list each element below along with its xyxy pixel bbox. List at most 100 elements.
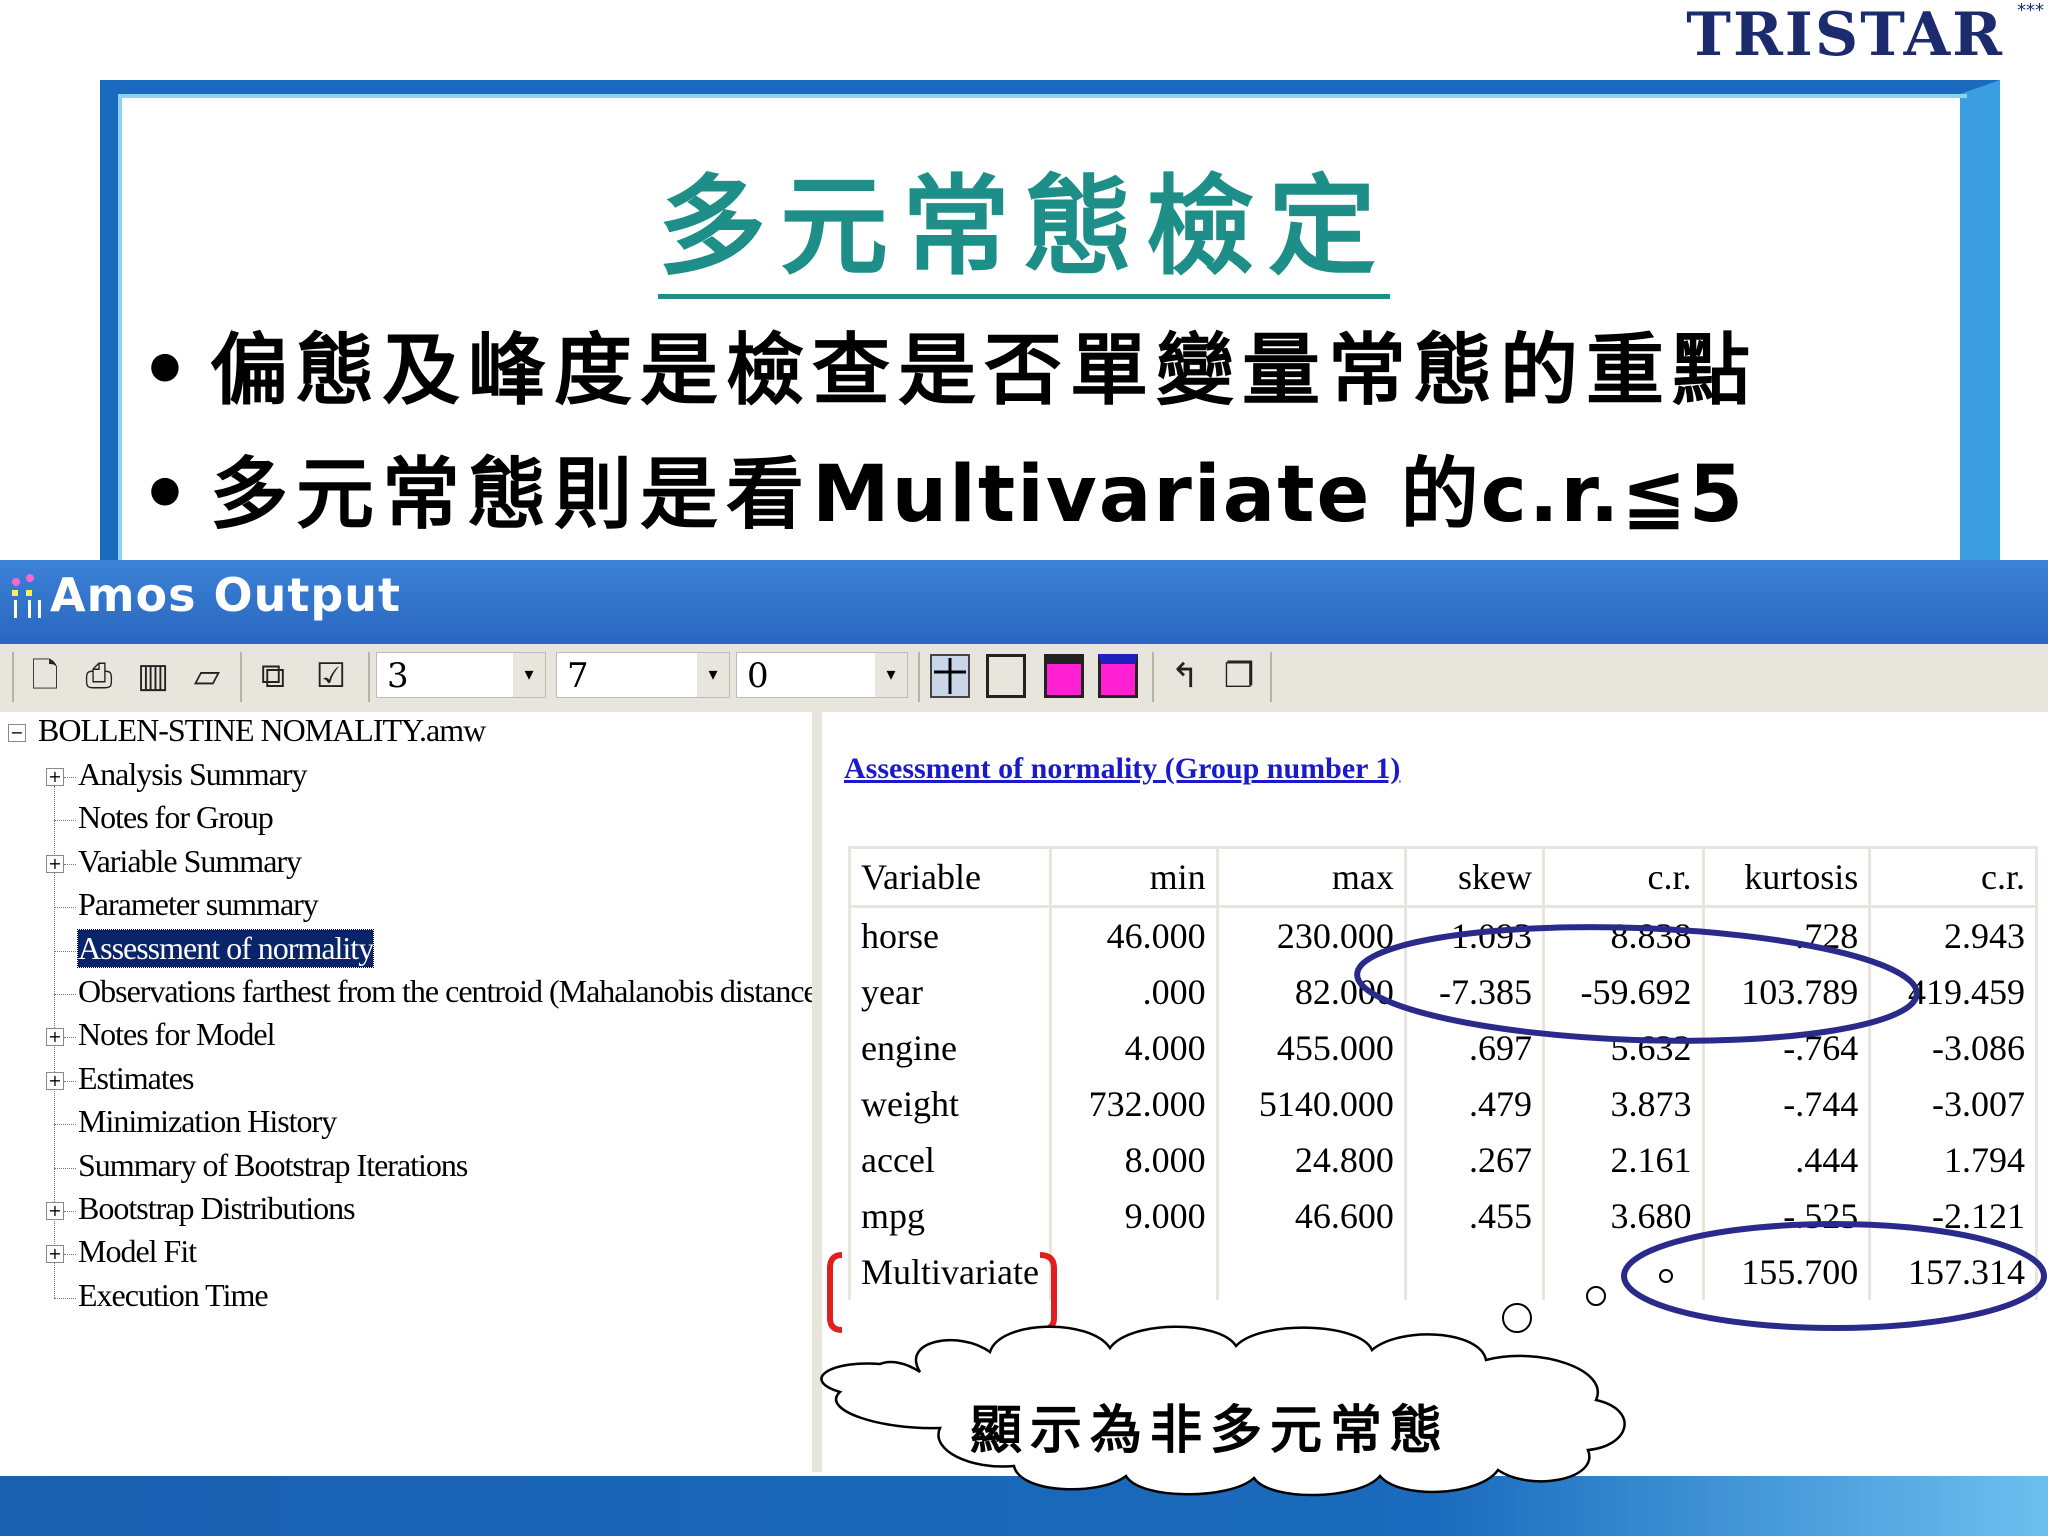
tree-item[interactable]: Minimization History: [78, 1103, 337, 1140]
bullet-1-text: 偏態及峰度是檢查是否單變量常態的重點: [210, 325, 1759, 416]
bullet-2-latin: Multivariate: [812, 450, 1372, 540]
checkbox-icon[interactable]: ☑: [310, 654, 352, 698]
logo-stars: ***: [2017, 0, 2044, 21]
chevron-down-icon[interactable]: ▾: [513, 653, 545, 697]
value-cell: -3.086: [1868, 1020, 2038, 1076]
tree-item[interactable]: Bootstrap Distributions: [78, 1190, 356, 1227]
column-width-combo[interactable]: 7 ▾: [556, 652, 730, 698]
expand-icon[interactable]: +: [46, 855, 64, 873]
toolbar-separator: [368, 652, 370, 702]
chevron-down-icon[interactable]: ▾: [697, 653, 729, 697]
expand-icon[interactable]: +: [46, 1028, 64, 1046]
value-cell: [1048, 1244, 1219, 1300]
table-row: engine 4.000 455.000.697 5.632 -.764 -3.086: [848, 1020, 2038, 1076]
tree-connector: [64, 864, 76, 865]
value-cell: 46.600: [1215, 1188, 1407, 1244]
chevron-down-icon[interactable]: ▾: [875, 653, 907, 697]
value-cell: -.525: [1701, 1188, 1872, 1244]
value-cell: -2.121: [1868, 1188, 2038, 1244]
value-cell: 5140.000: [1215, 1076, 1407, 1132]
table-header-row: Variable min max skew c.r. kurtosis c.r.: [848, 846, 2038, 908]
combo-1-value: 3: [387, 656, 409, 696]
tree-item[interactable]: Notes for Model: [78, 1016, 276, 1053]
grid-icon[interactable]: [930, 654, 970, 698]
collapse-icon[interactable]: −: [8, 724, 26, 742]
value-cell: 46.000: [1048, 906, 1219, 964]
value-cell: 1.794: [1868, 1132, 2038, 1188]
bullet-2-prefix: 多元常態則是看: [210, 449, 813, 540]
toolbar-separator: [1152, 652, 1154, 702]
tree-item[interactable]: Model Fit: [78, 1233, 197, 1270]
tree-connector: [64, 1081, 76, 1082]
print-icon[interactable]: ⎙: [78, 654, 120, 698]
table-row: year .000 82.000 -7.385 -59.692 103.789 419.45…: [848, 964, 2038, 1020]
row-label-cell: Multivariate: [848, 1244, 1052, 1300]
tree-item[interactable]: Variable Summary: [78, 843, 302, 880]
value-cell: 2.161: [1541, 1132, 1705, 1188]
tree-item[interactable]: Summary of Bootstrap Iterations: [78, 1147, 468, 1184]
value-cell: -59.692: [1541, 964, 1705, 1020]
value-cell: 3.680: [1541, 1188, 1705, 1244]
tree-item[interactable]: Estimates: [78, 1060, 194, 1097]
copy-icon[interactable]: ⧉: [252, 654, 294, 698]
tree-connector: [54, 951, 76, 952]
expand-icon[interactable]: +: [46, 1072, 64, 1090]
magenta-table-icon[interactable]: [1044, 654, 1084, 698]
column-header: min: [1048, 846, 1219, 908]
print-preview-icon[interactable]: 🗋: [24, 654, 66, 698]
tree-item[interactable]: Execution Time: [78, 1277, 269, 1314]
open-folder-icon[interactable]: ▱: [186, 654, 228, 698]
tree-connector: [54, 820, 76, 821]
table-combo[interactable]: 0 ▾: [736, 652, 908, 698]
pane-splitter[interactable]: [812, 712, 822, 1472]
expand-icon[interactable]: +: [46, 1245, 64, 1263]
book-icon[interactable]: ▥: [132, 654, 174, 698]
value-cell: 9.000: [1048, 1188, 1219, 1244]
table-row: horse 46.000 230.000 1.093 8.838.728 2.943: [848, 906, 2038, 964]
slide-bottom-bar: [0, 1476, 2048, 1536]
tree-connector: [54, 1124, 76, 1125]
column-header: kurtosis: [1701, 846, 1872, 908]
value-cell: 1.093: [1403, 906, 1545, 964]
bullet-2: • 多元常態則是看Multivariate 的c.r.≦5: [140, 432, 1745, 544]
slide-title: 多元常態檢定: [0, 140, 2048, 299]
tree-connector: [64, 777, 76, 778]
value-cell: 4.000: [1048, 1020, 1219, 1076]
expand-icon[interactable]: +: [46, 1202, 64, 1220]
tree-root[interactable]: BOLLEN-STINE NOMALITY.amw: [38, 712, 486, 749]
bullet-dot-icon: •: [140, 326, 198, 416]
value-cell: 157.314: [1868, 1244, 2038, 1300]
tree-connector: [64, 1037, 76, 1038]
tree-connector: [64, 1254, 76, 1255]
tree-item[interactable]: Assessment of normality: [76, 929, 375, 968]
value-cell: .697: [1403, 1020, 1545, 1076]
decimal-places-combo[interactable]: 3 ▾: [376, 652, 546, 698]
value-cell: 3.873: [1541, 1076, 1705, 1132]
expand-icon[interactable]: +: [46, 768, 64, 786]
row-label-cell: year: [848, 964, 1052, 1020]
toolbar-separator: [918, 652, 920, 702]
help-book-icon[interactable]: ❐: [1218, 654, 1260, 698]
magenta-table-alt-icon[interactable]: [1098, 654, 1138, 698]
row-label-cell: mpg: [848, 1188, 1052, 1244]
table-row: accel 8.000 24.800.267 2.161.444 1.794: [848, 1132, 2038, 1188]
tree-item[interactable]: Observations farthest from the centroid …: [78, 973, 827, 1010]
value-cell: 455.000: [1215, 1020, 1407, 1076]
pointer-icon[interactable]: ↰: [1164, 654, 1206, 698]
value-cell: -.764: [1701, 1020, 1872, 1076]
tree-item[interactable]: Notes for Group: [78, 799, 274, 836]
slide-title-text: 多元常態檢定: [657, 164, 1390, 299]
section-heading-link[interactable]: Assessment of normality (Group number 1): [844, 752, 1400, 786]
amos-app-icon: [12, 574, 41, 618]
row-label-cell: horse: [848, 906, 1052, 964]
bullet-1: • 偏態及峰度是檢查是否單變量常態的重點: [140, 308, 1758, 420]
tree-item[interactable]: Analysis Summary: [78, 756, 307, 793]
table-icon[interactable]: [986, 654, 1026, 698]
value-cell: .728: [1701, 906, 1872, 964]
tree-item[interactable]: Parameter summary: [78, 886, 319, 923]
logo-text: TRISTAR: [1686, 0, 2004, 70]
value-cell: 82.000: [1215, 964, 1407, 1020]
value-cell: 419.459: [1868, 964, 2038, 1020]
value-cell: [1215, 1244, 1407, 1300]
value-cell: 155.700: [1701, 1244, 1872, 1300]
